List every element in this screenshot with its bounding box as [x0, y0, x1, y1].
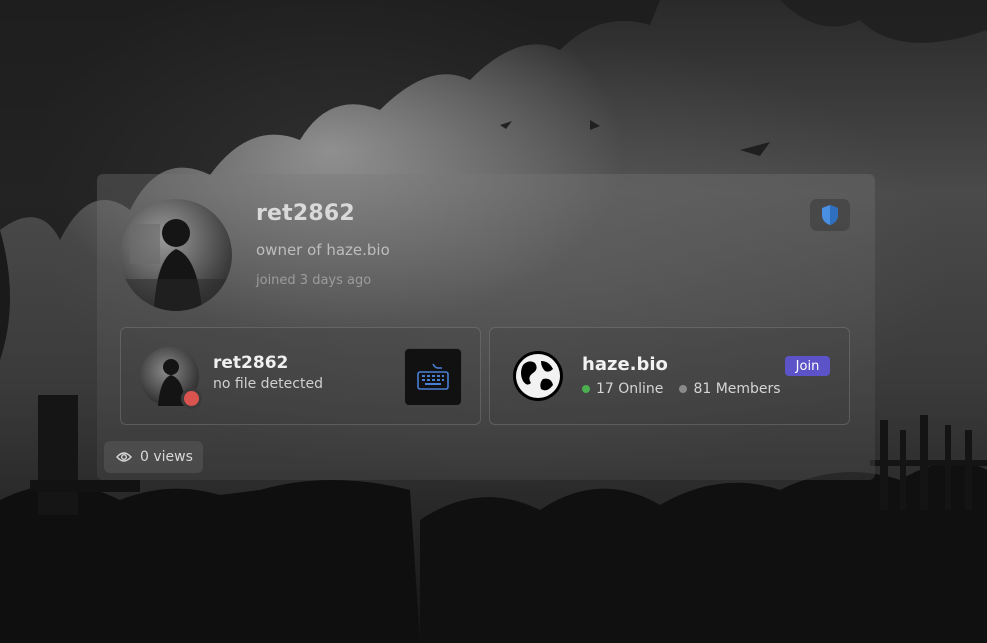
server-name: haze.bio: [582, 354, 668, 375]
server-stats: 17 Online 81 Members: [582, 381, 781, 397]
profile-joined-date: joined 3 days ago: [256, 273, 372, 288]
eye-icon: [116, 452, 132, 462]
member-count: 81 Members: [693, 381, 781, 397]
status-indicator: [181, 388, 202, 409]
profile-username: ret2862: [256, 201, 355, 226]
presence-panel: ret2862 no file detected: [120, 327, 481, 425]
server-icon: [513, 351, 563, 401]
members-dot: [679, 385, 688, 393]
online-count: 17 Online: [596, 381, 664, 397]
presence-username: ret2862: [213, 353, 289, 373]
avatar-figure: [120, 219, 232, 311]
presence-status-text: no file detected: [213, 376, 323, 392]
staff-badge[interactable]: [810, 199, 850, 231]
activity-icon-box: [404, 348, 462, 406]
keyboard-icon: [417, 363, 449, 390]
profile-avatar: [120, 199, 232, 311]
join-button[interactable]: Join: [785, 356, 830, 376]
view-count: 0 views: [140, 449, 193, 465]
server-invite-panel: haze.bio Join 17 Online 81 Members: [489, 327, 850, 425]
profile-bio: owner of haze.bio: [256, 241, 390, 259]
view-counter: 0 views: [104, 441, 203, 473]
globe-icon: [516, 354, 560, 398]
online-dot: [582, 385, 590, 393]
shield-icon: [822, 205, 838, 225]
